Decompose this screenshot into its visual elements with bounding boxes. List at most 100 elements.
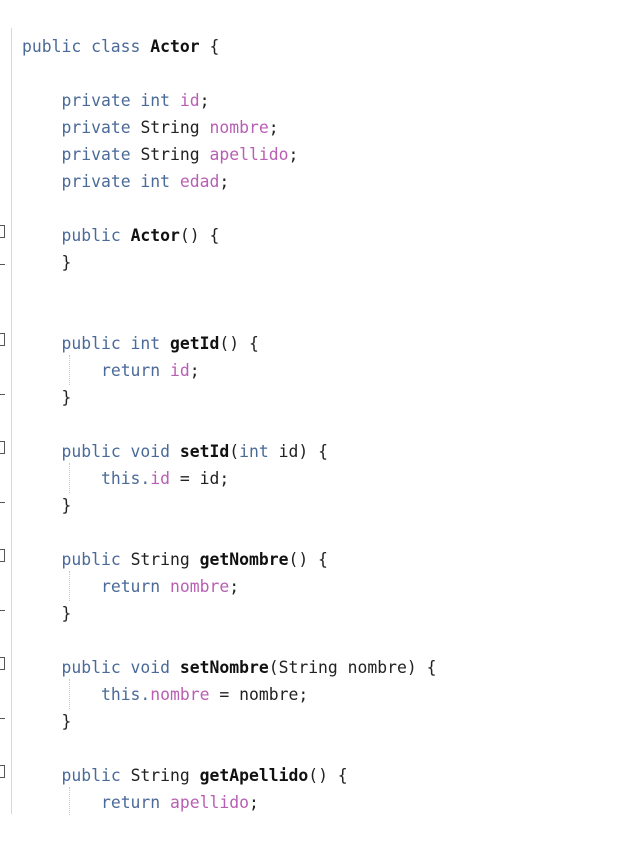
punctuation-token: } <box>61 253 72 272</box>
indent-token <box>22 118 61 137</box>
indent-token <box>22 496 61 515</box>
code-line[interactable] <box>22 303 436 330</box>
punctuation-token: String <box>130 766 200 785</box>
code-line[interactable]: public Actor() { <box>22 222 436 249</box>
code-line[interactable]: public void setId(int id) { <box>22 438 436 465</box>
keyword-token: return <box>100 577 171 596</box>
indent-token <box>22 145 61 164</box>
punctuation-token: String <box>130 550 200 569</box>
punctuation-token: = id; <box>170 469 230 488</box>
fold-toggle-getapellido[interactable] <box>0 765 5 778</box>
punctuation-token: ; <box>288 145 299 164</box>
code-line[interactable]: return nombre; <box>22 573 436 600</box>
fold-toggle-getnombre[interactable] <box>0 549 5 562</box>
fold-end-marker <box>0 610 5 611</box>
code-lines[interactable]: public class Actor { private int id; pri… <box>22 33 436 816</box>
code-editor[interactable]: public class Actor { private int id; pri… <box>0 0 622 865</box>
code-line[interactable]: return apellido; <box>22 789 436 816</box>
punctuation-token: ( <box>229 442 240 461</box>
indent-token <box>22 793 101 812</box>
field-token: id <box>150 469 171 488</box>
field-token: apellido <box>209 145 289 164</box>
code-line[interactable] <box>22 735 436 762</box>
fold-toggle-setnombre[interactable] <box>0 657 5 670</box>
keyword-token: private int <box>61 91 180 110</box>
identifier-token: setNombre <box>179 658 269 677</box>
code-line[interactable] <box>22 276 436 303</box>
code-line[interactable]: private String nombre; <box>22 114 436 141</box>
punctuation-token: = nombre; <box>209 685 309 704</box>
fold-toggle-setid[interactable] <box>0 441 5 454</box>
indent-token <box>22 334 61 353</box>
indent-token <box>22 442 61 461</box>
indent-token <box>22 253 61 272</box>
code-line[interactable]: } <box>22 708 436 735</box>
punctuation-token: ; <box>248 793 259 812</box>
code-line[interactable] <box>22 627 436 654</box>
gutter-line <box>11 28 12 814</box>
code-line[interactable]: public int getId() { <box>22 330 436 357</box>
code-line[interactable]: } <box>22 600 436 627</box>
code-line[interactable]: private String apellido; <box>22 141 436 168</box>
field-token: id <box>179 91 200 110</box>
punctuation-token: ; <box>219 172 230 191</box>
keyword-token: public void <box>61 658 180 677</box>
indent-token <box>22 658 61 677</box>
punctuation-token: () { <box>308 766 348 785</box>
keyword-token: public class <box>22 37 151 56</box>
punctuation-token: String <box>140 118 210 137</box>
code-line[interactable]: } <box>22 249 436 276</box>
indent-token <box>22 91 61 110</box>
identifier-token: getNombre <box>199 550 289 569</box>
punctuation-token: } <box>61 496 72 515</box>
code-line[interactable] <box>22 60 436 87</box>
fold-toggle-constructor[interactable] <box>0 225 5 238</box>
indent-token <box>22 469 101 488</box>
code-line[interactable] <box>22 195 436 222</box>
indent-token <box>22 766 61 785</box>
field-token: nombre <box>209 118 269 137</box>
field-token: nombre <box>150 685 210 704</box>
punctuation-token: (String nombre) { <box>268 658 437 677</box>
code-line[interactable] <box>22 519 436 546</box>
code-line[interactable]: public String getNombre() { <box>22 546 436 573</box>
keyword-token: this. <box>100 469 151 488</box>
keyword-token: this. <box>100 685 151 704</box>
keyword-token: public <box>61 550 131 569</box>
punctuation-token: () { <box>219 334 259 353</box>
code-line[interactable]: } <box>22 384 436 411</box>
punctuation-token: } <box>61 712 72 731</box>
keyword-token: public <box>61 226 131 245</box>
code-line[interactable]: public String getApellido() { <box>22 762 436 789</box>
indent-token <box>22 172 61 191</box>
indent-token <box>22 550 61 569</box>
identifier-token: getId <box>170 334 220 353</box>
indent-token <box>22 604 61 623</box>
code-line[interactable]: return id; <box>22 357 436 384</box>
punctuation-token: ; <box>199 91 210 110</box>
code-line[interactable]: this.id = id; <box>22 465 436 492</box>
indent-token <box>22 361 101 380</box>
code-line[interactable]: public void setNombre(String nombre) { <box>22 654 436 681</box>
code-line[interactable]: } <box>22 492 436 519</box>
indent-token <box>22 388 61 407</box>
identifier-token: Actor <box>150 37 200 56</box>
field-token: id <box>170 361 190 380</box>
code-line[interactable]: private int id; <box>22 87 436 114</box>
keyword-token: private <box>61 145 141 164</box>
fold-toggle-getid[interactable] <box>0 333 5 346</box>
keyword-token: int <box>239 442 279 461</box>
fold-end-marker <box>0 502 5 503</box>
code-line[interactable]: private int edad; <box>22 168 436 195</box>
code-line[interactable]: this.nombre = nombre; <box>22 681 436 708</box>
keyword-token: public int <box>61 334 171 353</box>
indent-token <box>22 577 101 596</box>
code-line[interactable]: public class Actor { <box>22 33 436 60</box>
punctuation-token: () { <box>179 226 220 245</box>
punctuation-token: { <box>199 37 220 56</box>
identifier-token: Actor <box>130 226 180 245</box>
punctuation-token: } <box>61 388 72 407</box>
code-line[interactable] <box>22 411 436 438</box>
keyword-token: return <box>100 793 171 812</box>
keyword-token: private <box>61 118 141 137</box>
